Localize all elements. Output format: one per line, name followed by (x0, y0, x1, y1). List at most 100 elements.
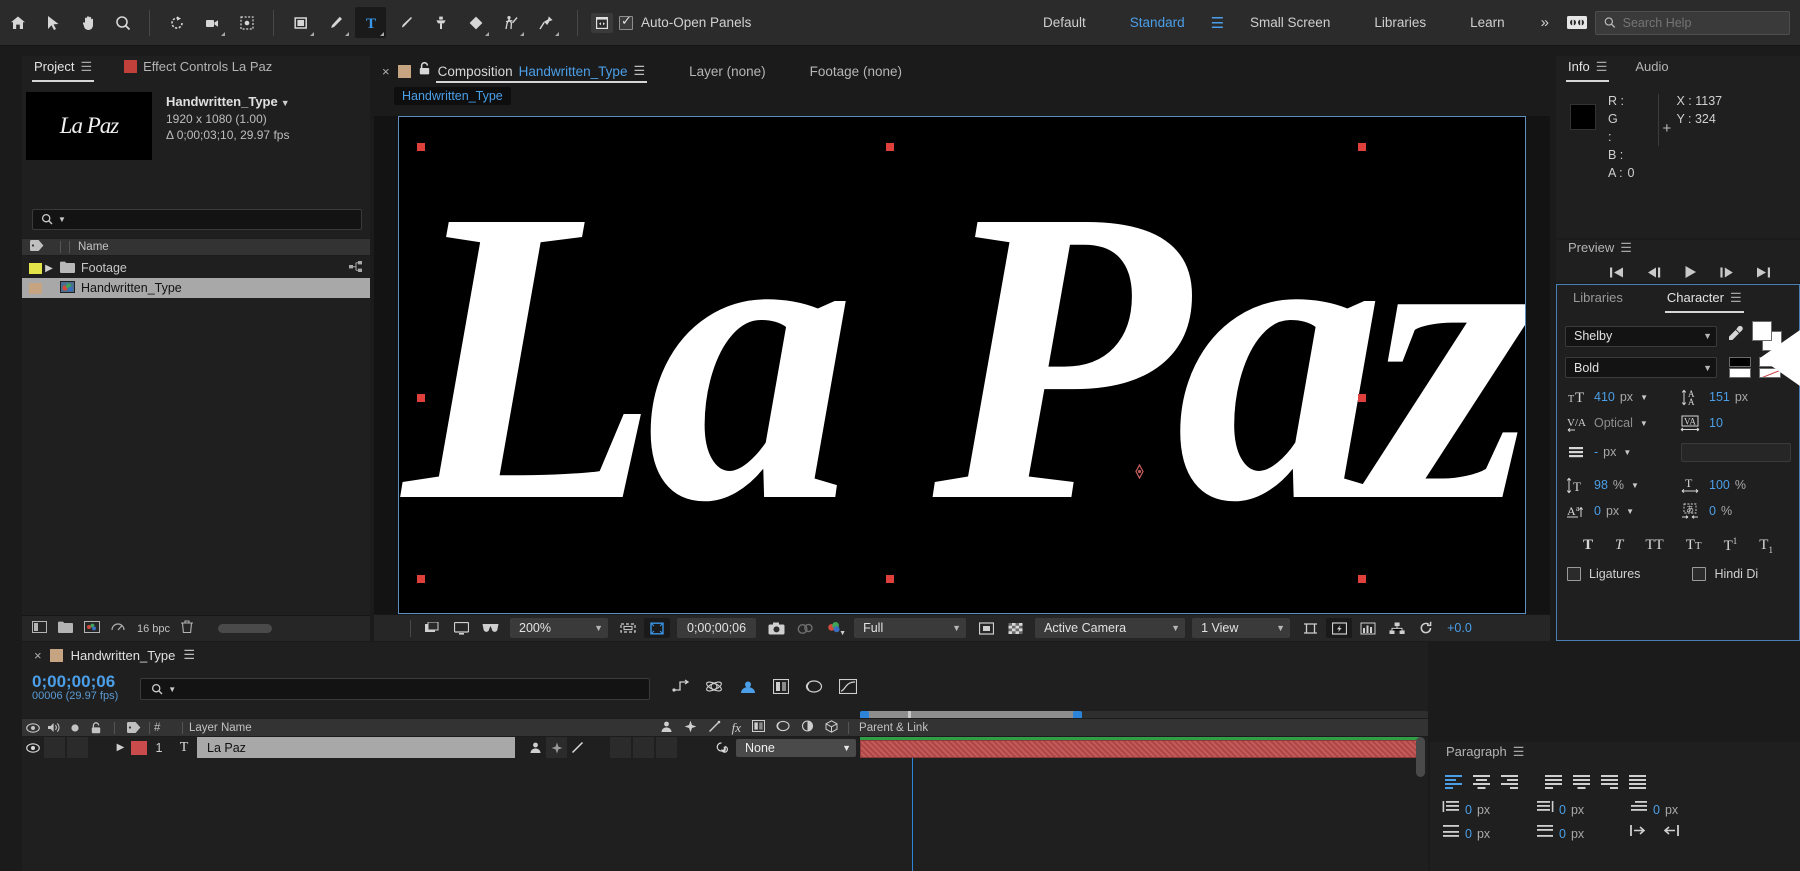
stroke-width-cell[interactable]: - px ▼ (1565, 442, 1677, 462)
ltr-direction-icon[interactable] (1630, 824, 1648, 843)
justify-last-left-icon[interactable] (1544, 774, 1563, 794)
rtl-direction-icon[interactable] (1661, 824, 1679, 843)
selection-handle[interactable] (886, 143, 894, 151)
3d-glasses-icon[interactable] (477, 618, 503, 638)
project-row-composition[interactable]: Handwritten_Type (22, 278, 370, 298)
brush-tool-icon[interactable] (390, 7, 421, 38)
align-right-icon[interactable] (1500, 774, 1519, 794)
snapshot-camera-icon[interactable] (763, 618, 789, 638)
home-icon[interactable] (2, 7, 33, 38)
stroke-type-field[interactable] (1681, 443, 1791, 462)
layer-quality-switch[interactable] (567, 737, 588, 758)
eraser-tool-icon[interactable] (460, 7, 491, 38)
faux-bold-button[interactable]: T (1583, 537, 1593, 554)
close-icon[interactable]: × (34, 648, 42, 663)
tab-project[interactable]: Project ☰ (28, 56, 104, 82)
always-preview-icon[interactable] (419, 618, 445, 638)
workspace-tab-default[interactable]: Default (1021, 0, 1108, 45)
tab-libraries[interactable]: Libraries (1567, 287, 1635, 313)
indent-right-value[interactable]: 0 (1559, 803, 1566, 817)
timeline-graph-icon[interactable] (1355, 618, 1381, 638)
graph-editor-icon[interactable] (839, 679, 857, 699)
layer-adjustment-switch[interactable] (656, 737, 677, 758)
enable-motion-blur-icon[interactable] (805, 679, 823, 699)
timeline-vertical-scrollbar[interactable] (1416, 737, 1425, 777)
auto-open-panels-checkbox[interactable] (619, 16, 633, 30)
panel-menu-icon[interactable]: ☰ (1513, 739, 1525, 765)
resolution-select[interactable]: Full ▼ (854, 618, 966, 638)
hindi-digits-checkbox[interactable] (1692, 567, 1706, 581)
font-style-select[interactable]: Bold ▼ (1565, 357, 1717, 378)
selection-handle[interactable] (417, 575, 425, 583)
selection-handle[interactable] (417, 394, 425, 402)
selection-handle[interactable] (886, 575, 894, 583)
puppet-pin-tool-icon[interactable] (530, 7, 561, 38)
justify-last-right-icon[interactable] (1600, 774, 1619, 794)
chevron-down-icon[interactable]: ▼ (168, 685, 176, 694)
layer-effects-switch[interactable] (588, 737, 609, 758)
enable-frame-blending-icon[interactable] (773, 679, 789, 699)
vertical-scale-value[interactable]: 98 (1594, 478, 1608, 492)
kerning-value[interactable]: Optical (1594, 416, 1633, 430)
layer-visibility-toggle[interactable] (22, 737, 43, 758)
panel-menu-icon[interactable]: ☰ (1620, 235, 1632, 261)
parent-link-select[interactable]: None ▼ (736, 739, 856, 757)
panel-menu-icon[interactable]: ☰ (80, 54, 92, 80)
superscript-button[interactable]: T1 (1724, 536, 1738, 555)
small-caps-button[interactable]: TT (1686, 537, 1702, 554)
workspace-overflow-icon[interactable]: » (1527, 14, 1563, 31)
tab-footage[interactable]: Footage (none) (802, 56, 910, 86)
horizontal-scale-value[interactable]: 100 (1709, 478, 1730, 492)
search-help-box[interactable] (1595, 11, 1790, 35)
justify-all-icon[interactable] (1628, 774, 1647, 794)
channel-rgb-icon[interactable]: ▼ (821, 618, 847, 638)
selection-handle[interactable] (1358, 575, 1366, 583)
composition-mini-flowchart-icon[interactable] (672, 679, 689, 699)
leading-cell[interactable]: AA 151 px (1680, 387, 1791, 407)
tracking-cell[interactable]: VA 10 (1680, 413, 1791, 433)
pen-tool-icon[interactable] (320, 7, 351, 38)
workspace-settings-icon[interactable] (1563, 13, 1591, 33)
layer-solo-toggle[interactable] (67, 737, 88, 758)
layer-label-color[interactable] (131, 741, 147, 755)
chevron-right-icon[interactable]: ▶ (42, 263, 56, 274)
selection-handle[interactable] (417, 143, 425, 151)
selection-tool-icon[interactable] (37, 7, 68, 38)
justify-last-center-icon[interactable] (1572, 774, 1591, 794)
layer-duration-bar[interactable] (860, 740, 1420, 758)
tracking-value[interactable]: 10 (1709, 416, 1723, 430)
black-swatch[interactable] (1729, 357, 1751, 367)
exposure-value[interactable]: +0.0 (1442, 621, 1477, 635)
panel-menu-icon[interactable]: ☰ (633, 63, 645, 79)
current-timecode[interactable]: 0;00;00;06 (32, 674, 118, 689)
tsume-value[interactable]: 0 (1709, 504, 1716, 518)
toggle-transparency-grid-icon[interactable] (1002, 618, 1028, 638)
tab-effect-controls[interactable]: Effect Controls La Paz (118, 56, 284, 82)
project-search-field[interactable]: ▼ (32, 209, 362, 230)
label-color-swatch[interactable] (29, 263, 42, 274)
new-comp-icon[interactable] (32, 620, 47, 638)
baseline-shift-cell[interactable]: Aa 0 px ▼ (1565, 501, 1676, 521)
lock-icon[interactable] (419, 62, 430, 80)
tsume-cell[interactable]: あ 0 % (1680, 501, 1791, 521)
indent-first-cell[interactable]: 0 px (1630, 800, 1702, 819)
layer-collapse-switch[interactable] (546, 737, 567, 758)
layer-name[interactable]: La Paz (197, 737, 515, 758)
hand-tool-icon[interactable] (72, 7, 103, 38)
composition-viewer[interactable]: La Paz (374, 116, 1550, 614)
align-left-icon[interactable] (1444, 774, 1463, 794)
timeline-search-field[interactable]: ▼ (140, 678, 650, 700)
next-frame-icon[interactable] (1718, 266, 1735, 284)
white-swatch[interactable] (1729, 368, 1751, 378)
subscript-button[interactable]: T1 (1759, 537, 1773, 555)
last-frame-icon[interactable] (1755, 266, 1772, 284)
panel-menu-icon[interactable]: ☰ (183, 647, 195, 663)
tab-timeline-composition[interactable]: Handwritten_Type ☰ (71, 647, 195, 663)
auto-open-panels-row[interactable]: Auto-Open Panels (619, 15, 751, 30)
bit-depth-label[interactable]: 16 bpc (137, 623, 170, 635)
project-settings-icon[interactable] (84, 620, 100, 638)
first-frame-icon[interactable] (1609, 266, 1626, 284)
flowchart-icon[interactable] (1384, 618, 1410, 638)
font-size-value[interactable]: 410 (1594, 390, 1615, 404)
layer-3d-switch[interactable] (678, 737, 699, 758)
